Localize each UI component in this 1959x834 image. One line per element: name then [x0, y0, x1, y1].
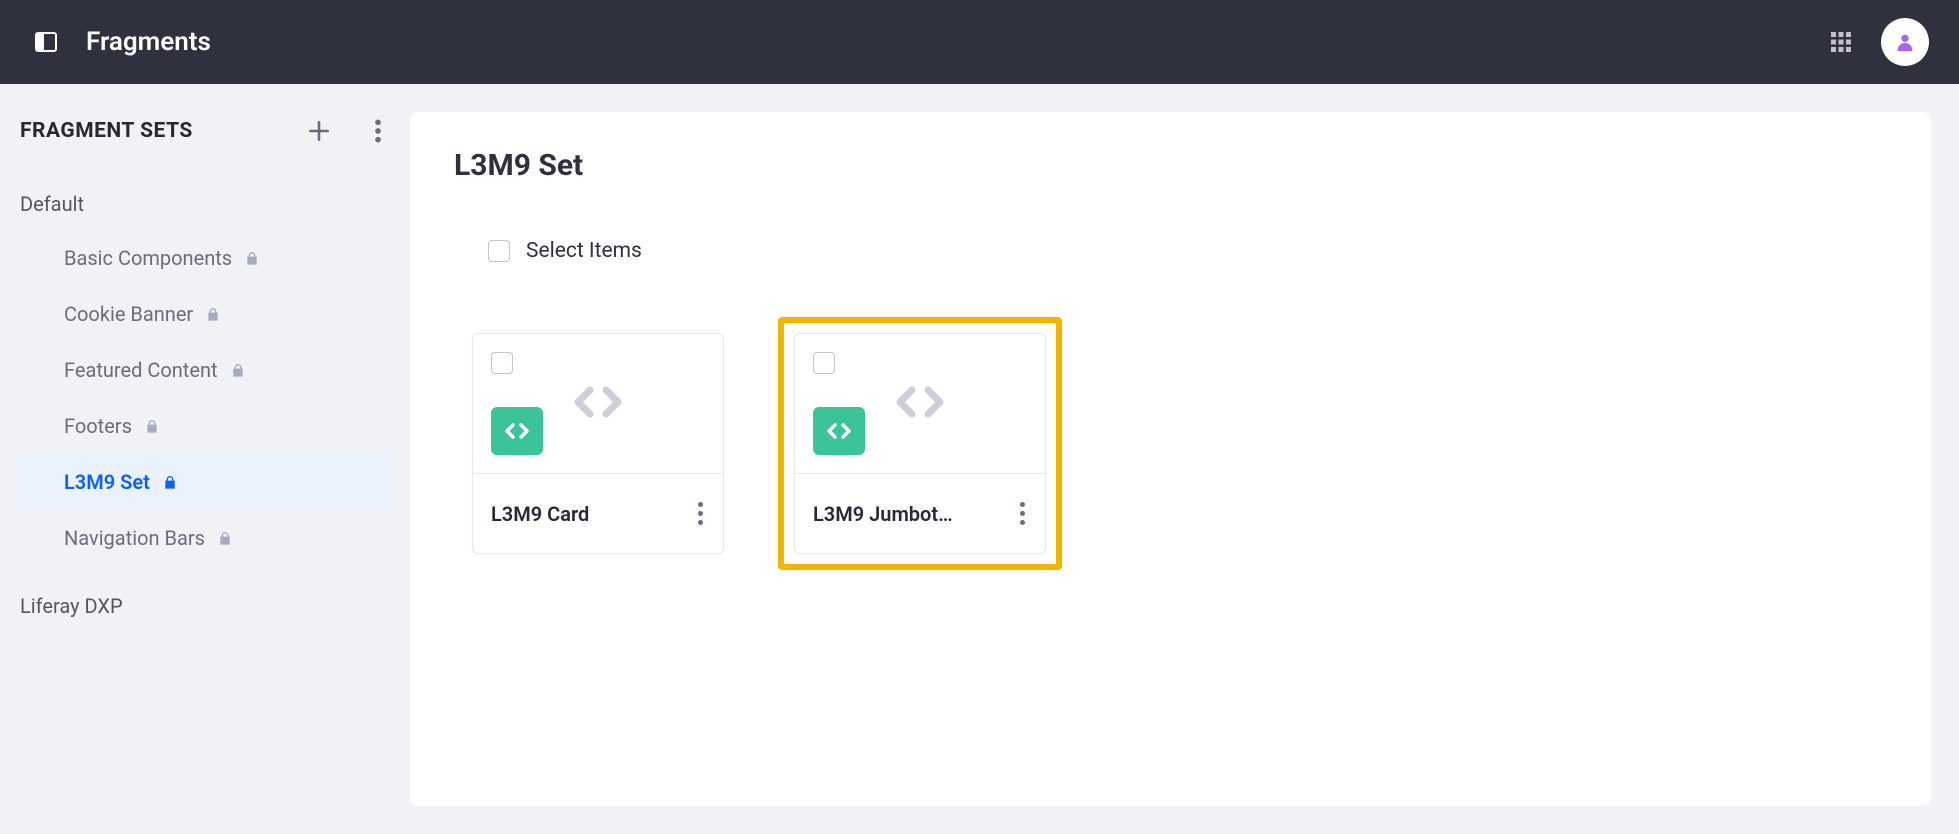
lock-icon	[217, 530, 233, 546]
code-icon	[570, 384, 626, 424]
select-items-row: Select Items	[488, 239, 1887, 263]
layout: FRAGMENT SETS Default Basic Components C…	[0, 84, 1959, 834]
lock-icon	[205, 306, 221, 322]
lock-icon	[244, 250, 260, 266]
sidebar-item-label: Featured Content	[64, 358, 218, 382]
card-preview	[473, 334, 723, 474]
sidebar-item-footers[interactable]: Footers	[18, 398, 392, 454]
card-preview	[795, 334, 1045, 474]
card-checkbox[interactable]	[491, 352, 513, 374]
sidebar-item-cookie-banner[interactable]: Cookie Banner	[18, 286, 392, 342]
page-title: Fragments	[86, 27, 211, 57]
sidebar-toggle-icon[interactable]	[34, 30, 58, 54]
select-all-checkbox[interactable]	[488, 240, 510, 262]
card-wrap: L3M9 Card	[456, 317, 740, 570]
main: L3M9 Set Select Items	[410, 84, 1959, 834]
set-title: L3M9 Set	[454, 148, 1887, 183]
sidebar: FRAGMENT SETS Default Basic Components C…	[0, 84, 410, 834]
sidebar-item-featured-content[interactable]: Featured Content	[18, 342, 392, 398]
card-kebab-button[interactable]	[692, 496, 709, 531]
add-set-button[interactable]	[302, 114, 336, 148]
sidebar-item-label: Cookie Banner	[64, 302, 193, 326]
sidebar-group-label: Default	[18, 192, 392, 216]
sets-kebab-button[interactable]	[370, 114, 386, 148]
card-footer: L3M9 Jumbot…	[795, 474, 1045, 553]
sidebar-nav-list: Basic Components Cookie Banner Featured …	[18, 230, 392, 566]
sidebar-item-label: Footers	[64, 414, 132, 438]
select-items-label: Select Items	[526, 239, 642, 263]
lock-icon	[144, 418, 160, 434]
cards-grid: L3M9 Card	[456, 317, 1887, 570]
sidebar-actions	[302, 114, 386, 148]
lock-icon	[162, 474, 178, 490]
card-footer: L3M9 Card	[473, 474, 723, 553]
top-bar: Fragments	[0, 0, 1959, 84]
code-icon	[892, 384, 948, 424]
topbar-right	[1829, 18, 1929, 66]
sidebar-item-basic-components[interactable]: Basic Components	[18, 230, 392, 286]
content-panel: L3M9 Set Select Items	[410, 112, 1931, 806]
user-avatar[interactable]	[1881, 18, 1929, 66]
sidebar-item-label: L3M9 Set	[64, 470, 150, 494]
card-wrap-highlighted: L3M9 Jumbot…	[778, 317, 1062, 570]
sidebar-item-label: Basic Components	[64, 246, 232, 270]
lock-icon	[230, 362, 246, 378]
code-badge-icon	[491, 407, 543, 455]
sidebar-header: FRAGMENT SETS	[18, 114, 392, 148]
card-title: L3M9 Card	[491, 502, 589, 526]
sidebar-group-label: Liferay DXP	[18, 594, 392, 618]
card-title: L3M9 Jumbot…	[813, 502, 953, 526]
card-checkbox[interactable]	[813, 352, 835, 374]
sidebar-item-navigation-bars[interactable]: Navigation Bars	[18, 510, 392, 566]
apps-grid-icon[interactable]	[1829, 30, 1853, 54]
sidebar-item-label: Navigation Bars	[64, 526, 205, 550]
code-badge-icon	[813, 407, 865, 455]
card-kebab-button[interactable]	[1014, 496, 1031, 531]
sidebar-title: FRAGMENT SETS	[20, 119, 193, 143]
topbar-left: Fragments	[34, 27, 211, 57]
fragment-card[interactable]: L3M9 Card	[472, 333, 724, 554]
fragment-card[interactable]: L3M9 Jumbot…	[794, 333, 1046, 554]
sidebar-item-l3m9-set[interactable]: L3M9 Set	[18, 454, 392, 510]
